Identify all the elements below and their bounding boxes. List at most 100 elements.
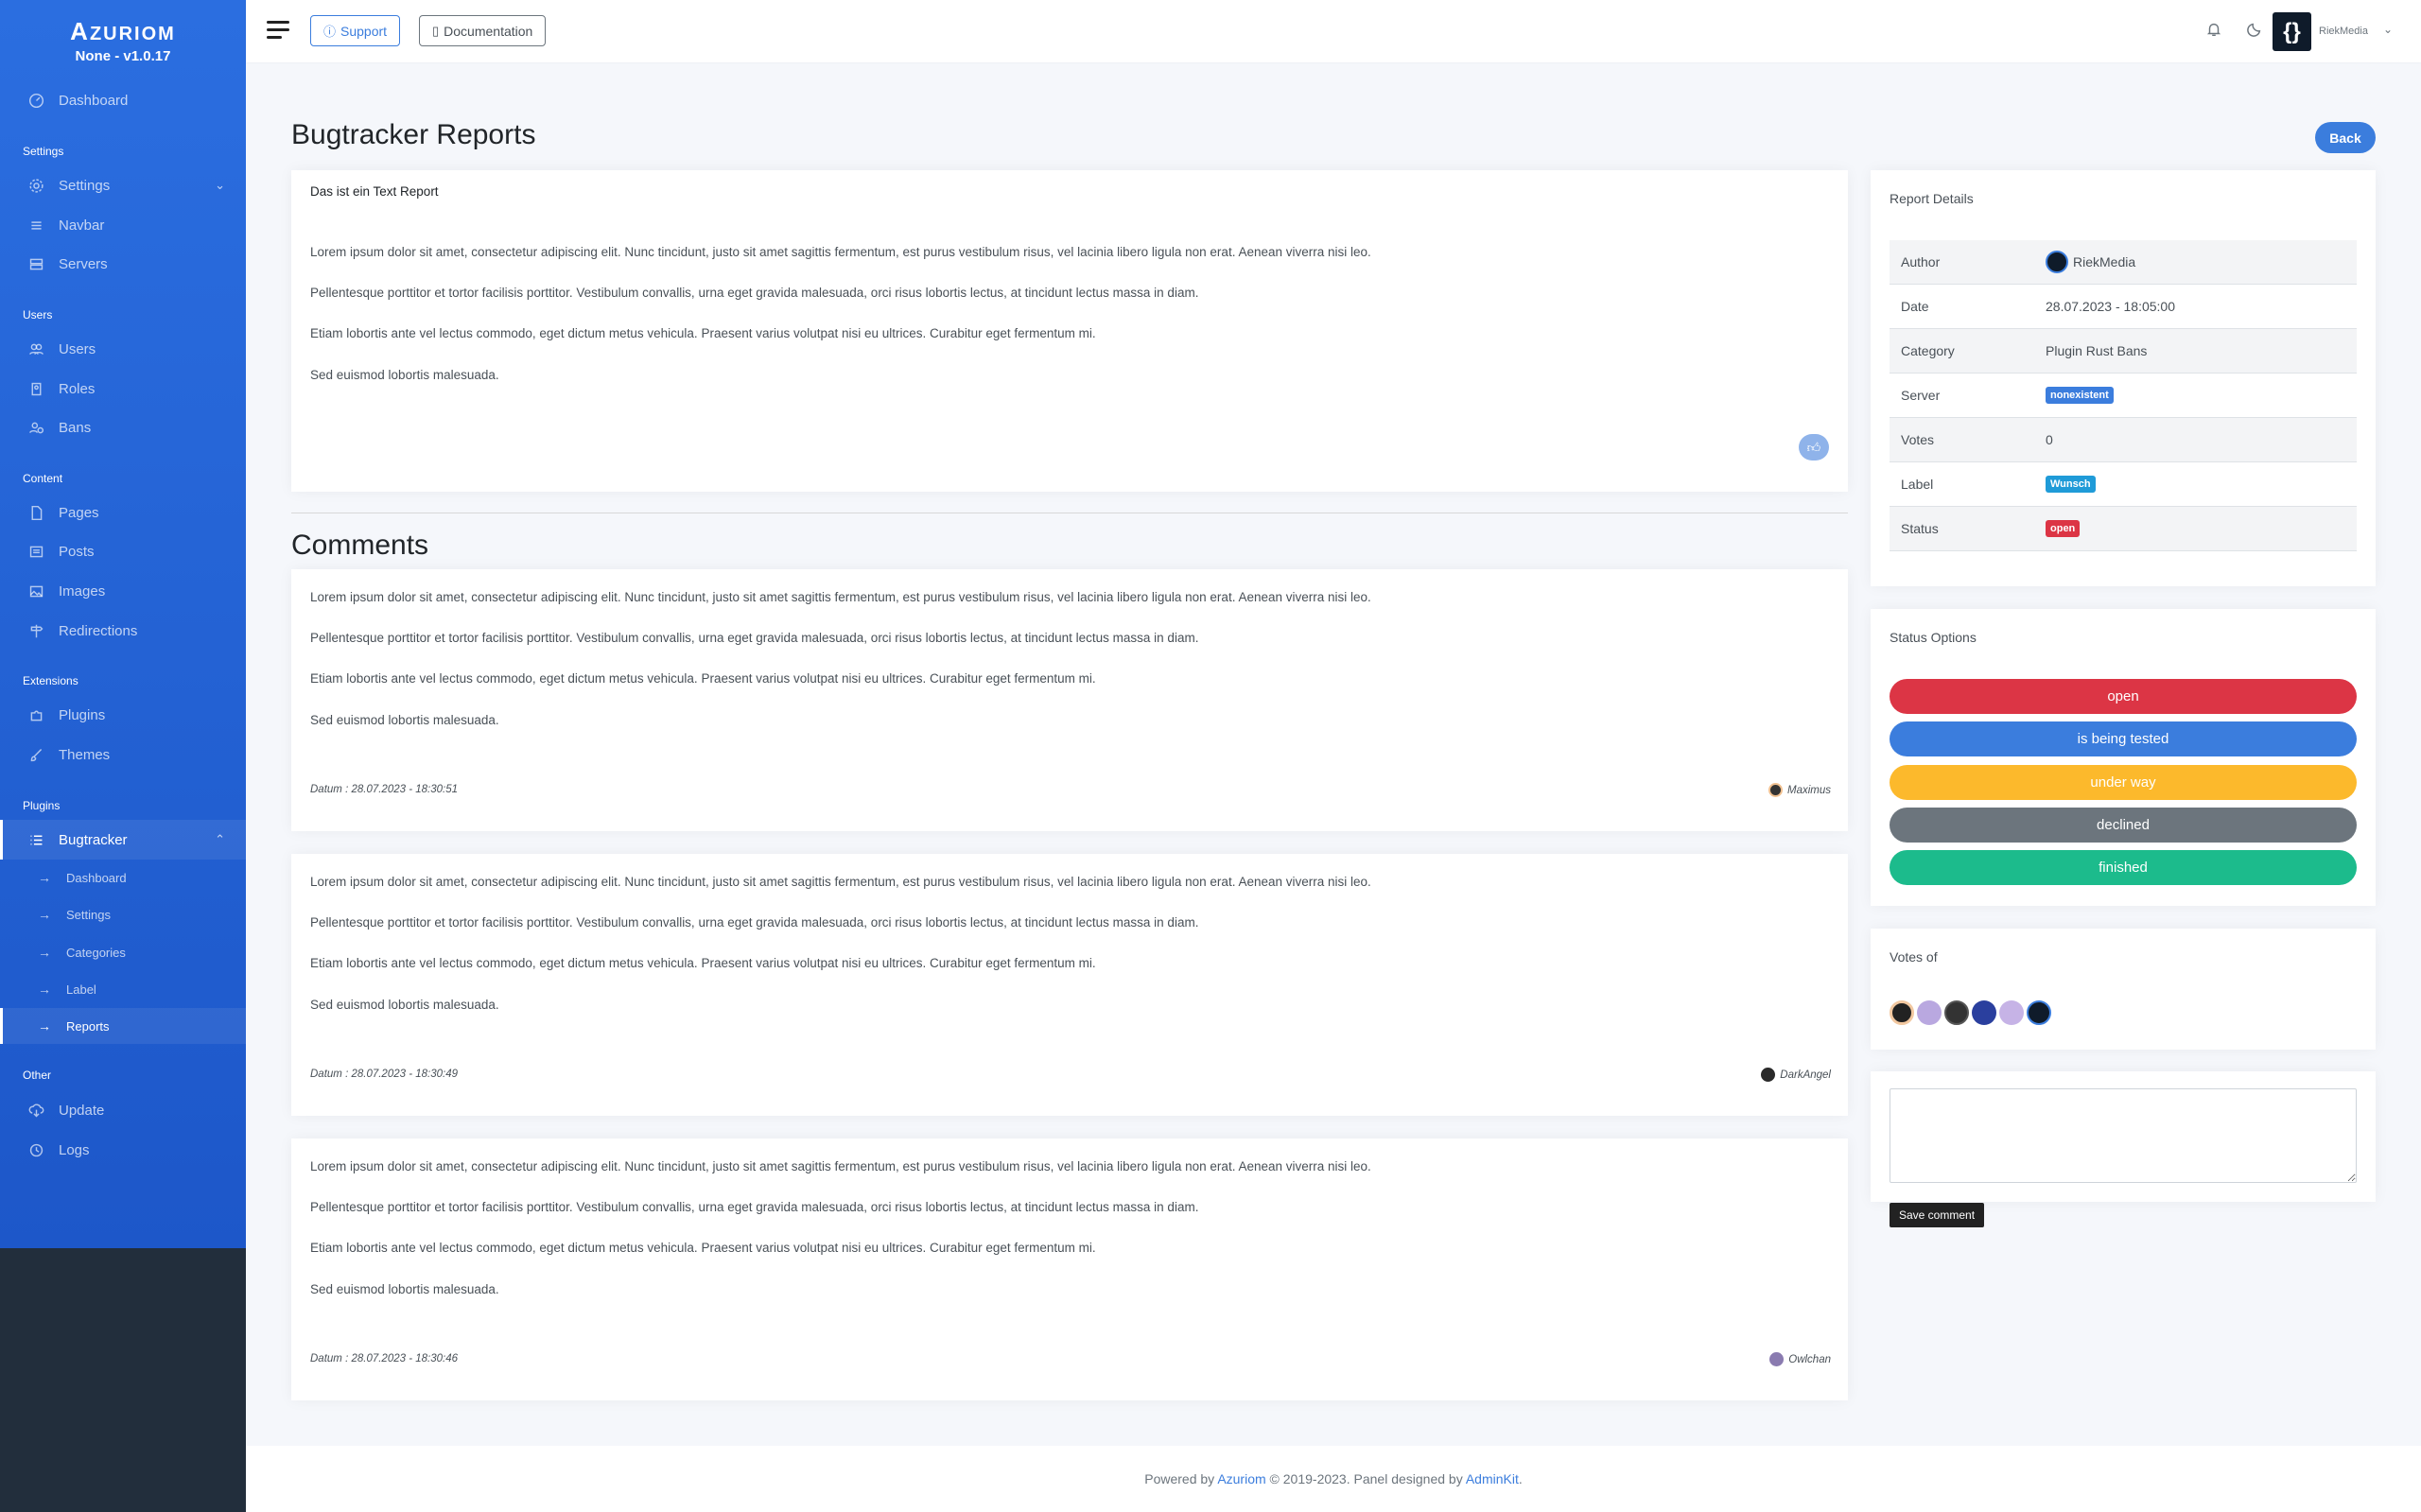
- comment-textarea[interactable]: [1890, 1088, 2357, 1183]
- sidebar-item-bugtracker[interactable]: Bugtracker ⌃: [0, 820, 246, 860]
- sidebar-item-label: Logs: [59, 1141, 90, 1158]
- voter-avatar[interactable]: [1944, 1000, 1969, 1025]
- badge-icon: [26, 379, 45, 398]
- comment-author: Maximus: [1768, 783, 1831, 797]
- report-paragraph: Etiam lobortis ante vel lectus commodo, …: [310, 326, 1096, 340]
- comment-date: Datum : 28.07.2023 - 18:30:51: [310, 784, 458, 795]
- sidebar-item-label: Settings: [59, 177, 111, 194]
- brush-icon: [26, 745, 45, 764]
- newspaper-icon: [26, 542, 45, 561]
- comment-paragraph: Pellentesque porttitor et tortor facilis…: [310, 631, 1199, 645]
- comment-author: DarkAngel: [1761, 1068, 1831, 1082]
- sidebar-item-label: Redirections: [59, 622, 138, 639]
- sidebar-item-settings[interactable]: Settings ⌄: [0, 166, 246, 204]
- user-avatar[interactable]: {}: [2273, 12, 2311, 51]
- sidebar-item-label: Roles: [59, 380, 96, 397]
- status-open-button[interactable]: open: [1890, 679, 2357, 714]
- sidebar-item-label: Images: [59, 582, 106, 600]
- comment-author-name: Owlchan: [1788, 1353, 1831, 1365]
- cloud-download-icon: [26, 1101, 45, 1120]
- support-button[interactable]: ⓘ Support: [310, 15, 401, 46]
- comment-paragraph: Lorem ipsum dolor sit amet, consectetur …: [310, 590, 1371, 604]
- hamburger-menu-icon[interactable]: [267, 21, 289, 40]
- status-underway-button[interactable]: under way: [1890, 765, 2357, 800]
- book-icon: ▯: [432, 23, 440, 38]
- detail-row-date: Date 28.07.2023 - 18:05:00: [1890, 285, 2357, 329]
- sidebar-item-label: Update: [59, 1102, 105, 1119]
- sidebar-subitem-label-page[interactable]: → Label: [0, 971, 246, 1007]
- thumbs-up-button[interactable]: 👍︎: [1799, 434, 1829, 461]
- caret-down-icon[interactable]: ⌄: [2383, 23, 2393, 36]
- sidebar-item-roles[interactable]: Roles: [0, 370, 246, 408]
- thumbs-up-icon: 👍︎: [1806, 439, 1821, 455]
- sidebar-item-users[interactable]: Users: [0, 330, 246, 368]
- sidebar-item-plugins[interactable]: Plugins: [0, 696, 246, 734]
- detail-key: Votes: [1901, 432, 1935, 447]
- voter-avatar[interactable]: [1890, 1000, 1914, 1025]
- sidebar-subitem-categories[interactable]: → Categories: [0, 934, 246, 970]
- sidebar-subitem-label: Label: [66, 982, 96, 997]
- sidebar-item-label: Users: [59, 340, 96, 357]
- topbar: ⓘ Support ▯ Documentation: [246, 0, 2421, 62]
- moon-icon[interactable]: [2246, 21, 2265, 40]
- sidebar-item-servers[interactable]: Servers: [0, 245, 246, 283]
- comment-date: Datum : 28.07.2023 - 18:30:49: [310, 1069, 458, 1080]
- detail-row-status: Status open: [1890, 507, 2357, 551]
- sidebar-item-update[interactable]: Update: [0, 1091, 246, 1129]
- chevron-down-icon: ⌄: [215, 178, 225, 192]
- comment-author-name: Maximus: [1786, 784, 1831, 796]
- voter-avatar[interactable]: [1972, 1000, 1996, 1025]
- sidebar-item-dashboard[interactable]: Dashboard: [0, 81, 246, 119]
- status-declined-button[interactable]: declined: [1890, 808, 2357, 843]
- comment-paragraph: Pellentesque porttitor et tortor facilis…: [310, 915, 1199, 930]
- detail-row-votes: Votes 0: [1890, 418, 2357, 462]
- status-finished-button[interactable]: finished: [1890, 850, 2357, 885]
- sidebar-subitem-dashboard[interactable]: → Dashboard: [0, 860, 246, 895]
- voter-avatar[interactable]: [1917, 1000, 1942, 1025]
- detail-row-server: Server nonexistent: [1890, 374, 2357, 418]
- documentation-button[interactable]: ▯ Documentation: [419, 15, 547, 46]
- image-icon: [26, 582, 45, 600]
- comment-paragraph: Etiam lobortis ante vel lectus commodo, …: [310, 671, 1096, 686]
- back-button[interactable]: Back: [2315, 122, 2376, 153]
- status-testing-button[interactable]: is being tested: [1890, 721, 2357, 756]
- sidebar-item-themes[interactable]: Themes: [0, 736, 246, 773]
- footer-text: Powered by: [1144, 1471, 1218, 1486]
- sidebar-subitem-settings[interactable]: → Settings: [0, 896, 246, 932]
- report-paragraph: Lorem ipsum dolor sit amet, consectetur …: [310, 245, 1371, 259]
- voter-avatar[interactable]: [1999, 1000, 2024, 1025]
- sidebar-item-posts[interactable]: Posts: [0, 532, 246, 570]
- avatar: [2046, 251, 2068, 273]
- adminkit-link[interactable]: AdminKit: [1466, 1471, 1519, 1486]
- history-icon: [26, 1140, 45, 1159]
- azuriom-link[interactable]: Azuriom: [1217, 1471, 1265, 1486]
- sidebar-item-images[interactable]: Images: [0, 572, 246, 610]
- sidebar-item-logs[interactable]: Logs: [0, 1131, 246, 1169]
- sidebar-item-label: Navbar: [59, 217, 105, 234]
- sidebar-item-redirections[interactable]: Redirections: [0, 612, 246, 650]
- comment-paragraph: Sed euismod lobortis malesuada.: [310, 1282, 499, 1296]
- brand-logo[interactable]: AZURIOM None - v1.0.17: [0, 17, 246, 64]
- sidebar-subitem-label: Dashboard: [66, 870, 127, 885]
- sidebar-item-navbar[interactable]: Navbar: [0, 206, 246, 244]
- signpost-icon: [26, 621, 45, 640]
- sidebar-item-bans[interactable]: Bans: [0, 408, 246, 446]
- documentation-label: Documentation: [444, 23, 533, 39]
- brand-version: None - v1.0.17: [75, 48, 171, 64]
- gear-icon: [26, 176, 45, 195]
- voter-avatar[interactable]: [2027, 1000, 2051, 1025]
- bell-icon[interactable]: [2205, 21, 2224, 40]
- page-title: Bugtracker Reports: [291, 119, 536, 150]
- file-icon: [26, 503, 45, 522]
- save-comment-button[interactable]: Save comment: [1890, 1203, 1985, 1227]
- user-name[interactable]: RiekMedia: [2319, 26, 2368, 37]
- list-icon: [26, 216, 45, 235]
- user-ban-icon: [26, 418, 45, 437]
- sidebar-subitem-reports[interactable]: → Reports: [0, 1008, 246, 1044]
- detail-value: RiekMedia: [2073, 254, 2136, 269]
- report-title: Das ist ein Text Report: [310, 184, 439, 199]
- comment-paragraph: Lorem ipsum dolor sit amet, consectetur …: [310, 875, 1371, 889]
- sidebar-subitem-label: Settings: [66, 907, 111, 922]
- sidebar-item-pages[interactable]: Pages: [0, 494, 246, 531]
- detail-value: 0: [2046, 432, 2053, 447]
